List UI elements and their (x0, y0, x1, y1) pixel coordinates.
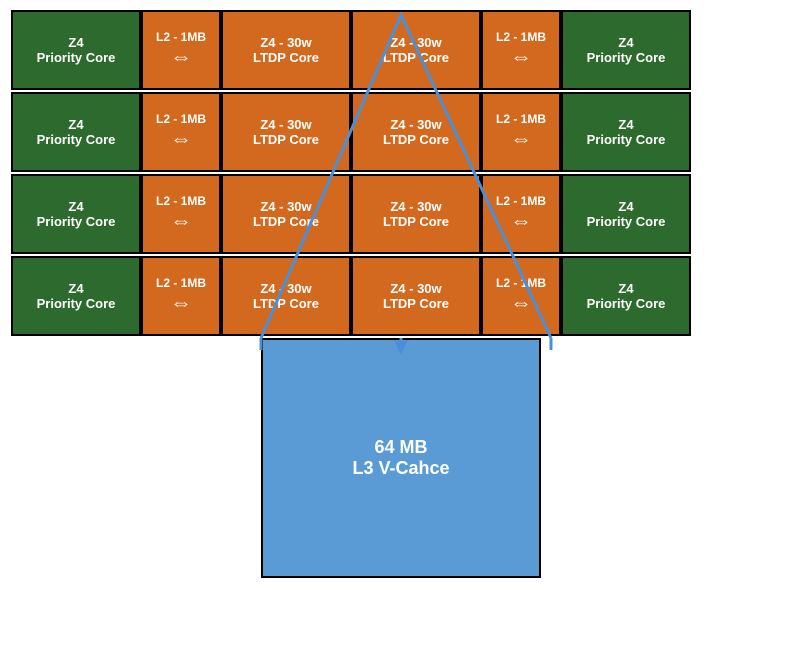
ltdp-core: Z4 - 30wLTDP Core (221, 256, 351, 336)
priority-core: Z4Priority Core (11, 174, 141, 254)
priority-core: Z4Priority Core (561, 92, 691, 172)
ltdp-core: Z4 - 30wLTDP Core (221, 174, 351, 254)
ltdp-core: Z4 - 30wLTDP Core (351, 256, 481, 336)
l2-cache: L2 - 1MB⇔ (141, 256, 221, 336)
diagram-container: Z4Priority Core L2 - 1MB⇔ Z4 - 30wLTDP C… (0, 0, 802, 660)
ltdp-core: Z4 - 30wLTDP Core (351, 92, 481, 172)
grid-area: Z4Priority Core L2 - 1MB⇔ Z4 - 30wLTDP C… (11, 10, 791, 578)
ltdp-core: Z4 - 30wLTDP Core (221, 10, 351, 90)
l3-cache-label: 64 MBL3 V-Cahce (352, 437, 449, 479)
priority-core: Z4Priority Core (11, 10, 141, 90)
grid-row: Z4Priority Core L2 - 1MB⇔ Z4 - 30wLTDP C… (11, 10, 791, 90)
l3-cache-section: 64 MBL3 V-Cahce (11, 338, 791, 578)
l2-cache: L2 - 1MB⇔ (481, 10, 561, 90)
ltdp-core: Z4 - 30wLTDP Core (221, 92, 351, 172)
ltdp-core: Z4 - 30wLTDP Core (351, 174, 481, 254)
priority-core: Z4Priority Core (561, 174, 691, 254)
priority-core: Z4Priority Core (561, 10, 691, 90)
ltdp-core: Z4 - 30wLTDP Core (351, 10, 481, 90)
priority-core: Z4Priority Core (561, 256, 691, 336)
priority-core: Z4Priority Core (11, 256, 141, 336)
grid-row: Z4Priority Core L2 - 1MB⇔ Z4 - 30wLTDP C… (11, 256, 791, 336)
l2-cache: L2 - 1MB⇔ (141, 174, 221, 254)
priority-core: Z4Priority Core (11, 92, 141, 172)
l2-cache: L2 - 1MB⇔ (481, 174, 561, 254)
l2-cache: L2 - 1MB⇔ (141, 10, 221, 90)
grid-row: Z4Priority Core L2 - 1MB⇔ Z4 - 30wLTDP C… (11, 174, 791, 254)
grid-row: Z4Priority Core L2 - 1MB⇔ Z4 - 30wLTDP C… (11, 92, 791, 172)
l2-cache: L2 - 1MB⇔ (481, 92, 561, 172)
l2-cache: L2 - 1MB⇔ (141, 92, 221, 172)
l2-cache: L2 - 1MB⇔ (481, 256, 561, 336)
l3-cache: 64 MBL3 V-Cahce (261, 338, 541, 578)
